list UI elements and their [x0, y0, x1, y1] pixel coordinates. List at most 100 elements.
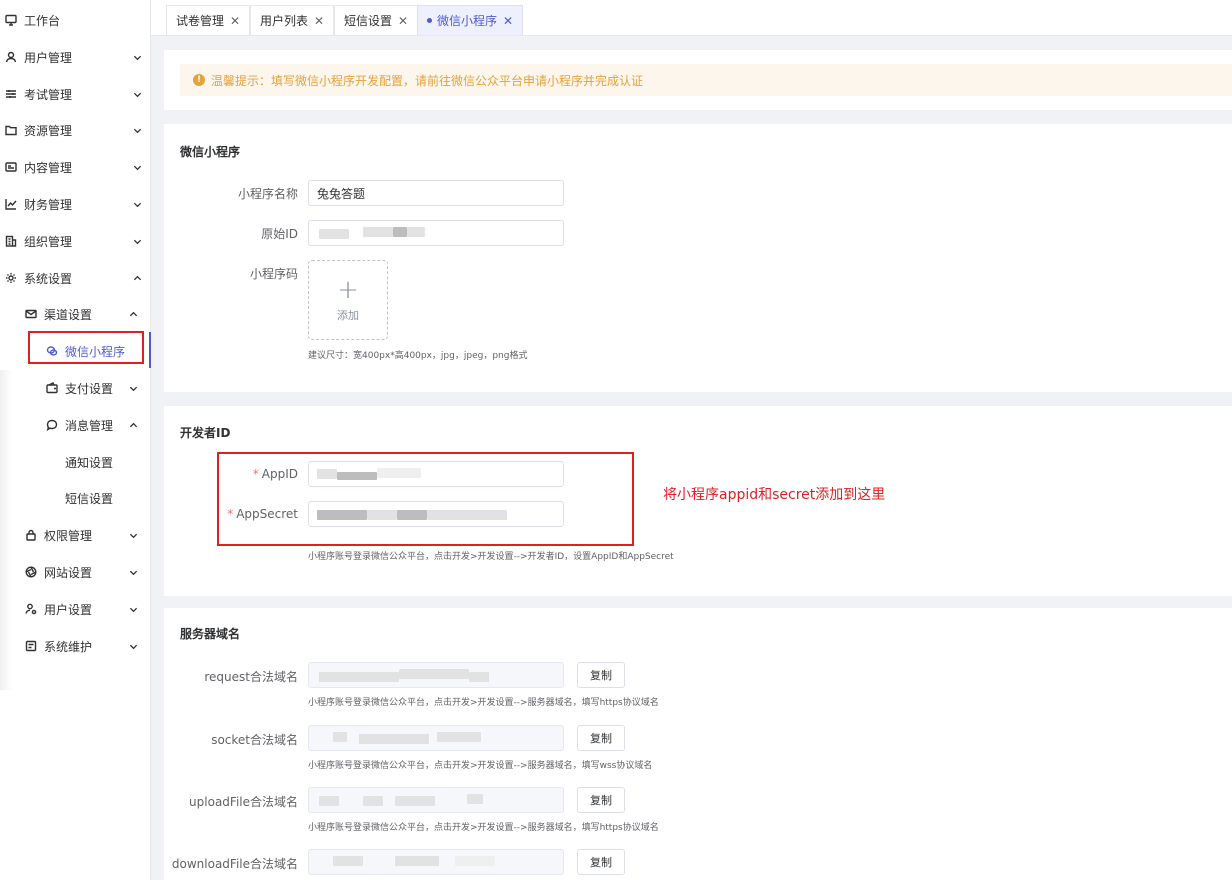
- tab-label: 微信小程序: [437, 14, 498, 28]
- sidebar-item-label: 工作台: [24, 13, 61, 28]
- redacted-text: [395, 796, 435, 806]
- chevron-down-icon: [132, 52, 142, 62]
- server-domain-card: 服务器域名 request合法域名 复制 小程序账号登录微信公众平台，点击开发>…: [164, 608, 1232, 880]
- wallet-icon: [45, 381, 59, 395]
- sidebar-item-workbench[interactable]: 工作台: [4, 5, 60, 35]
- tab-sms-settings[interactable]: 短信设置 ✕: [334, 5, 419, 35]
- sidebar-item-system-settings[interactable]: 系统设置: [4, 263, 144, 293]
- chevron-up-icon: [132, 273, 142, 283]
- sidebar-item-label: 考试管理: [24, 87, 73, 102]
- chevron-down-icon: [128, 530, 138, 540]
- chevron-up-icon: [128, 420, 138, 430]
- redacted-text: [319, 672, 399, 682]
- sidebar-item-sms-settings[interactable]: 短信设置: [65, 483, 113, 513]
- sidebar-shadow: [0, 370, 12, 690]
- user-settings-icon: [24, 602, 38, 616]
- active-dot: [427, 18, 432, 23]
- close-icon[interactable]: ✕: [314, 14, 324, 28]
- section-title: 开发者ID: [180, 426, 231, 440]
- chevron-down-icon: [128, 604, 138, 614]
- chevron-down-icon: [128, 383, 138, 393]
- redacted-text: [333, 856, 363, 866]
- download-domain-input[interactable]: [308, 849, 564, 875]
- sidebar-item-system-maintenance[interactable]: 系统维护: [24, 631, 144, 661]
- sidebar-item-message-mgmt[interactable]: 消息管理: [45, 410, 145, 440]
- sidebar-item-label: 系统维护: [44, 639, 93, 654]
- domain-label: request合法域名: [204, 670, 298, 684]
- sidebar-item-label: 短信设置: [65, 491, 114, 506]
- mini-program-name-input[interactable]: 兔兔答题: [308, 180, 564, 206]
- chevron-down-icon: [132, 236, 142, 246]
- sidebar-item-org-mgmt[interactable]: 组织管理: [4, 226, 144, 256]
- annotation-text: 将小程序appid和secret添加到这里: [663, 487, 886, 503]
- sidebar-item-permission-mgmt[interactable]: 权限管理: [24, 520, 144, 550]
- notice-banner: ! 温馨提示：填写微信小程序开发配置，请前往微信公众平台申请小程序并完成认证: [180, 64, 1232, 96]
- close-icon[interactable]: ✕: [398, 14, 408, 28]
- folder-icon: [4, 123, 18, 137]
- redacted-text: [455, 856, 495, 866]
- mail-icon: [24, 307, 38, 321]
- copy-button[interactable]: 复制: [577, 725, 625, 751]
- sidebar-item-user-settings[interactable]: 用户设置: [24, 594, 144, 624]
- sidebar-item-label: 渠道设置: [44, 307, 93, 322]
- highlight-box-sidebar: [28, 331, 144, 364]
- developer-hint: 小程序账号登录微信公众平台，点击开发>开发设置-->开发者ID，设置AppID和…: [308, 552, 674, 562]
- sidebar-item-label: 组织管理: [24, 234, 73, 249]
- copy-button[interactable]: 复制: [577, 787, 625, 813]
- domain-label: uploadFile合法域名: [189, 795, 298, 809]
- building-icon: [4, 234, 18, 248]
- sidebar-item-label: 用户管理: [24, 50, 73, 65]
- origin-id-input[interactable]: [308, 220, 564, 246]
- aperture-icon: [24, 565, 38, 579]
- chevron-down-icon: [132, 125, 142, 135]
- domain-label: socket合法域名: [211, 733, 298, 747]
- redacted-text: [333, 732, 347, 742]
- sidebar: 工作台 用户管理 考试管理 资源管理 内容管理 财务管理 组织管理 系统设置 渠…: [0, 0, 151, 880]
- tab-user-list[interactable]: 用户列表 ✕: [250, 5, 335, 35]
- tab-bar: 试卷管理 ✕ 用户列表 ✕ 短信设置 ✕ 微信小程序 ✕: [151, 0, 1232, 36]
- redacted-text: [467, 794, 483, 804]
- redacted-text: [407, 227, 425, 237]
- sidebar-item-resource-mgmt[interactable]: 资源管理: [4, 115, 144, 145]
- notice-card: ! 温馨提示：填写微信小程序开发配置，请前往微信公众平台申请小程序并完成认证: [164, 50, 1232, 110]
- redacted-text: [359, 734, 429, 744]
- request-domain-input[interactable]: [308, 662, 564, 688]
- sidebar-item-label: 内容管理: [24, 160, 73, 175]
- chevron-down-icon: [132, 162, 142, 172]
- upload-domain-input[interactable]: [308, 787, 564, 813]
- sidebar-item-channel-settings[interactable]: 渠道设置: [24, 299, 144, 329]
- sidebar-item-exam-mgmt[interactable]: 考试管理: [4, 79, 144, 109]
- sidebar-item-notify-settings[interactable]: 通知设置: [65, 447, 113, 477]
- sidebar-item-label: 系统设置: [24, 271, 73, 286]
- tab-exam-papers[interactable]: 试卷管理 ✕: [166, 5, 251, 35]
- sidebar-item-user-mgmt[interactable]: 用户管理: [4, 42, 144, 72]
- domain-label: downloadFile合法域名: [171, 857, 298, 871]
- sidebar-item-label: 资源管理: [24, 123, 73, 138]
- sidebar-item-website-settings[interactable]: 网站设置: [24, 557, 144, 587]
- tab-wechat-mini-program[interactable]: 微信小程序 ✕: [417, 5, 524, 35]
- redacted-text: [393, 227, 407, 237]
- domain-hint: 小程序账号登录微信公众平台，点击开发>开发设置-->服务器域名，填写https协…: [308, 698, 659, 708]
- origin-id-label: 原始ID: [261, 227, 298, 241]
- redacted-text: [437, 732, 481, 742]
- close-icon[interactable]: ✕: [230, 14, 240, 28]
- close-icon[interactable]: ✕: [503, 14, 513, 28]
- mini-program-card: 微信小程序 小程序名称 兔兔答题 原始ID 小程序码 + 添加 建议尺寸：宽40…: [164, 124, 1232, 392]
- sidebar-item-label: 权限管理: [44, 528, 93, 543]
- user-icon: [4, 50, 18, 64]
- copy-button[interactable]: 复制: [577, 662, 625, 688]
- sidebar-item-finance-mgmt[interactable]: 财务管理: [4, 189, 144, 219]
- domain-hint: 小程序账号登录微信公众平台，点击开发>开发设置-->服务器域名，填写https协…: [308, 823, 659, 833]
- chevron-down-icon: [128, 567, 138, 577]
- socket-domain-input[interactable]: [308, 725, 564, 751]
- redacted-text: [395, 856, 439, 866]
- copy-button[interactable]: 复制: [577, 849, 625, 875]
- redacted-text: [469, 672, 489, 682]
- redacted-text: [319, 796, 339, 806]
- code-label: 小程序码: [249, 267, 298, 281]
- sidebar-item-content-mgmt[interactable]: 内容管理: [4, 152, 144, 182]
- upload-mini-program-code[interactable]: + 添加: [308, 260, 388, 340]
- plus-icon: +: [337, 275, 359, 305]
- sidebar-item-payment-settings[interactable]: 支付设置: [45, 373, 145, 403]
- sidebar-item-label: 通知设置: [65, 455, 114, 470]
